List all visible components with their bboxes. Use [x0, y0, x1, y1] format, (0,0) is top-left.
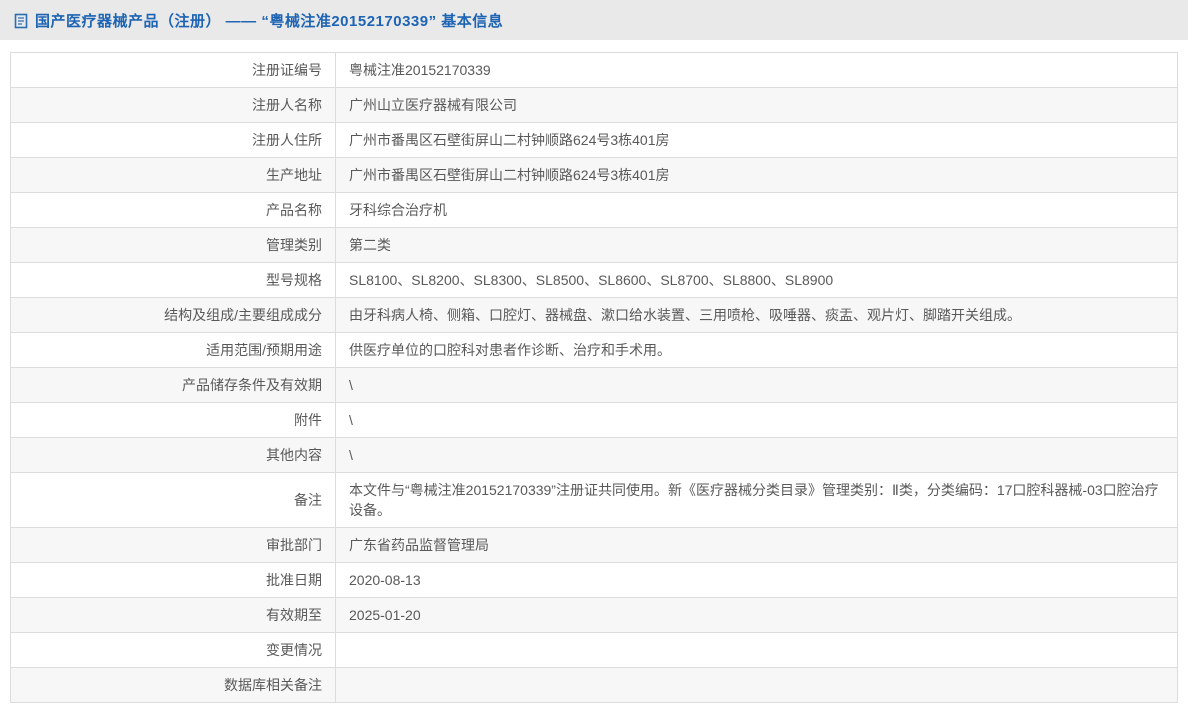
row-value: 由牙科病人椅、侧箱、口腔灯、器械盘、漱口给水装置、三用喷枪、吸唾器、痰盂、观片灯… [335, 297, 1178, 333]
row-value [335, 667, 1178, 703]
row-value: 粤械注准20152170339 [335, 52, 1178, 88]
table-row: 产品名称 牙科综合治疗机 [10, 192, 1178, 228]
row-label: 备注 [10, 472, 336, 528]
row-label: 产品名称 [10, 192, 336, 228]
row-label: 变更情况 [10, 632, 336, 668]
row-label: 审批部门 [10, 527, 336, 563]
table-row: 批准日期 2020-08-13 [10, 562, 1178, 598]
row-value: 第二类 [335, 227, 1178, 263]
table-row: 变更情况 [10, 632, 1178, 668]
row-label: 数据库相关备注 [10, 667, 336, 703]
row-value: 2025-01-20 [335, 597, 1178, 633]
row-label: 产品储存条件及有效期 [10, 367, 336, 403]
row-label: 其他内容 [10, 437, 336, 473]
table-row: 产品储存条件及有效期 \ [10, 367, 1178, 403]
row-label: 管理类别 [10, 227, 336, 263]
table-row: 备注 本文件与“粤械注准20152170339”注册证共同使用。新《医疗器械分类目… [10, 472, 1178, 528]
row-value: 广东省药品监督管理局 [335, 527, 1178, 563]
row-label: 附件 [10, 402, 336, 438]
row-label: 注册人住所 [10, 122, 336, 158]
table-row: 注册证编号 粤械注准20152170339 [10, 52, 1178, 88]
row-value: \ [335, 402, 1178, 438]
row-label: 注册人名称 [10, 87, 336, 123]
row-value: \ [335, 437, 1178, 473]
row-label: 批准日期 [10, 562, 336, 598]
table-row: 附件 \ [10, 402, 1178, 438]
table-row: 型号规格 SL8100、SL8200、SL8300、SL8500、SL8600、S… [10, 262, 1178, 298]
row-label: 生产地址 [10, 157, 336, 193]
row-label: 注册证编号 [10, 52, 336, 88]
row-label: 结构及组成/主要组成成分 [10, 297, 336, 333]
row-value: 本文件与“粤械注准20152170339”注册证共同使用。新《医疗器械分类目录》… [335, 472, 1178, 528]
row-value [335, 632, 1178, 668]
table-row: 适用范围/预期用途 供医疗单位的口腔科对患者作诊断、治疗和手术用。 [10, 332, 1178, 368]
row-value: SL8100、SL8200、SL8300、SL8500、SL8600、SL870… [335, 262, 1178, 298]
table-row: 结构及组成/主要组成成分 由牙科病人椅、侧箱、口腔灯、器械盘、漱口给水装置、三用喷… [10, 297, 1178, 333]
table-row: 注册人名称 广州山立医疗器械有限公司 [10, 87, 1178, 123]
table-row: 其他内容 \ [10, 437, 1178, 473]
row-value: 牙科综合治疗机 [335, 192, 1178, 228]
row-value: 2020-08-13 [335, 562, 1178, 598]
row-label: 适用范围/预期用途 [10, 332, 336, 368]
table-row: 数据库相关备注 [10, 667, 1178, 703]
document-icon [14, 13, 28, 29]
row-value: 广州山立医疗器械有限公司 [335, 87, 1178, 123]
page-title: 国产医疗器械产品（注册） —— “粤械注准20152170339” 基本信息 [35, 12, 504, 30]
content-panel: 注册证编号 粤械注准20152170339 注册人名称 广州山立医疗器械有限公司 注册人… [0, 40, 1188, 704]
page-header: 国产医疗器械产品（注册） —— “粤械注准20152170339” 基本信息 [0, 0, 1188, 40]
table-row: 生产地址 广州市番禺区石壁街屏山二村钟顺路624号3栋401房 [10, 157, 1178, 193]
row-value: 广州市番禺区石壁街屏山二村钟顺路624号3栋401房 [335, 157, 1178, 193]
table-row: 注册人住所 广州市番禺区石壁街屏山二村钟顺路624号3栋401房 [10, 122, 1178, 158]
row-value: 供医疗单位的口腔科对患者作诊断、治疗和手术用。 [335, 332, 1178, 368]
table-row: 有效期至 2025-01-20 [10, 597, 1178, 633]
table-row: 审批部门 广东省药品监督管理局 [10, 527, 1178, 563]
row-label: 型号规格 [10, 262, 336, 298]
registration-info-table: 注册证编号 粤械注准20152170339 注册人名称 广州山立医疗器械有限公司 注册人… [10, 52, 1178, 703]
row-label: 有效期至 [10, 597, 336, 633]
row-value: \ [335, 367, 1178, 403]
table-body: 注册证编号 粤械注准20152170339 注册人名称 广州山立医疗器械有限公司 注册人… [10, 52, 1178, 703]
table-row: 管理类别 第二类 [10, 227, 1178, 263]
row-value: 广州市番禺区石壁街屏山二村钟顺路624号3栋401房 [335, 122, 1178, 158]
